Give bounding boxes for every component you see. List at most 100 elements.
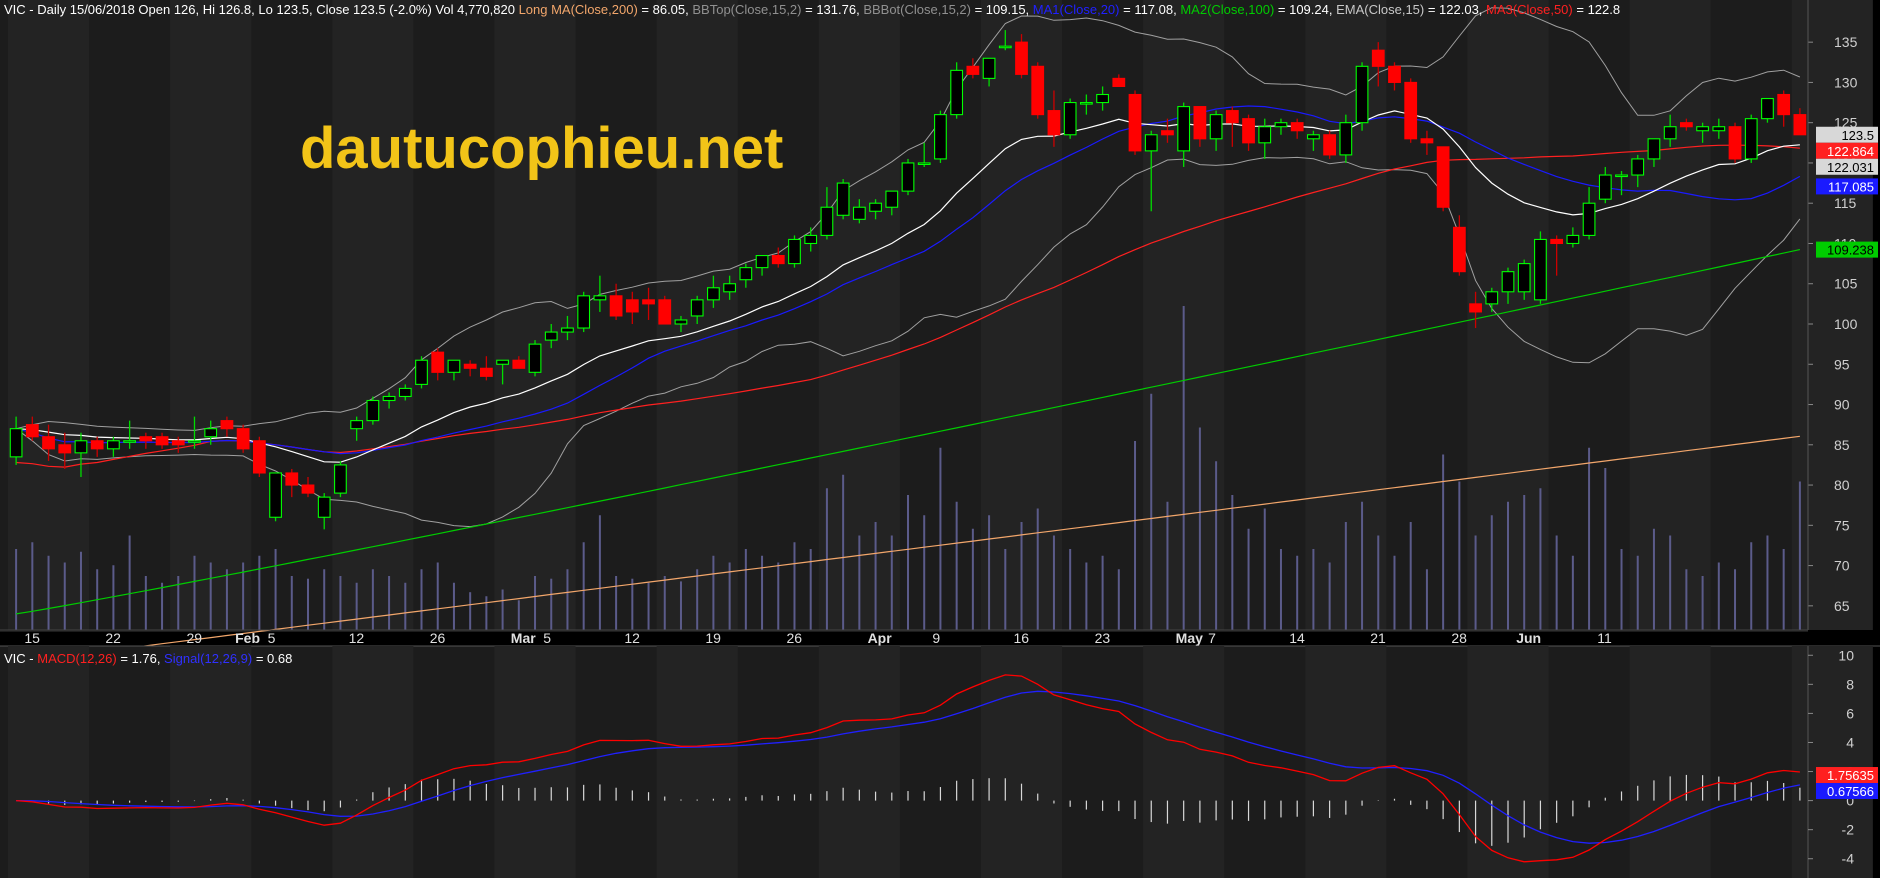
candle-down [609,295,623,317]
macd-tag-label: 0.67566 [1827,784,1874,799]
candle-down [1679,122,1693,128]
candle [1436,146,1450,212]
macd-axis-label: -2 [1842,822,1855,838]
candle-down [1015,41,1028,75]
candle-up [1761,97,1774,120]
candle-up [1566,234,1580,245]
candle-up [1096,93,1109,104]
candle-up [1647,138,1661,160]
x-axis-label: 5 [268,630,276,646]
week-stripe [1629,646,1711,878]
header-indicator-value: = 109.15, [971,2,1033,17]
candle-up [447,359,461,373]
candle-up [1355,65,1369,124]
x-axis-label: 7 [1208,630,1216,646]
candle-up [788,238,801,265]
candle-down [236,428,250,450]
chart-canvas: 1351301251201151101051009590858075706512… [0,0,1880,878]
candle-down [90,440,104,450]
header-indicator-value: = 117.08, [1120,2,1181,17]
candle [1063,98,1077,139]
candle-down [220,420,234,430]
candle-up [1534,238,1547,301]
price-tag-label: 123.5 [1841,128,1874,143]
candle-down [155,436,169,446]
macd-axis-label: 10 [1838,647,1854,663]
candle-up [1631,158,1645,176]
candle-down [1371,49,1385,67]
candle-up [561,327,574,333]
candle-down [1452,226,1466,273]
candle [934,110,947,163]
candle-up [317,496,331,518]
x-axis-label: 28 [1451,630,1467,646]
price-axis-label: 80 [1834,477,1850,493]
candle-down [1193,106,1207,140]
candle-down [252,440,266,474]
candle [1534,231,1547,304]
candle-down [658,299,672,325]
x-axis-label: 16 [1014,630,1030,646]
candle-up [204,428,218,438]
candle-up [1598,174,1612,200]
candle [788,235,801,268]
candle-down [1323,134,1337,156]
candle-down [431,351,445,373]
candle-up [885,190,899,208]
x-axis-label: 26 [786,630,802,646]
candle-up [852,206,866,220]
candle-up [723,283,737,293]
week-stripe [1791,646,1873,878]
candle-down [171,440,185,446]
candle-down [625,299,639,313]
x-axis-label: 11 [1597,630,1612,646]
watermark-logo: dautucophieu.net [300,116,783,181]
candle-up [398,387,412,398]
candle-up [1079,102,1093,105]
header-prefix: VIC - Daily 15/06/2018 Open 126, Hi 126.… [4,2,519,17]
candle-up [1307,134,1320,140]
week-stripe [1305,646,1387,878]
header-indicator-value: = 109.24, [1274,2,1336,17]
candle [236,424,250,453]
candle-up [934,114,947,160]
candle-down [1112,77,1126,87]
x-axis-label: 29 [186,630,202,646]
candle [1404,78,1418,143]
header-prefix: VIC - [4,651,37,666]
price-tag-label: 109.238 [1827,243,1874,258]
x-axis-label: Jun [1516,630,1541,646]
candle-down [1031,65,1045,116]
header-indicator-name: BBTop(Close,15,2) [692,2,801,17]
candle [577,291,591,333]
price-axis-label: 70 [1834,558,1850,574]
week-stripe [170,646,252,878]
candle-up [350,420,364,430]
price-axis-label: 135 [1834,34,1858,50]
candle-up [836,182,850,216]
header-indicator-name: MACD(12,26) [37,651,116,666]
candle-down [1290,122,1304,132]
week-stripe [8,646,90,878]
candle [1761,97,1774,123]
header-indicator-name: Long MA(Close,200) [519,2,638,17]
macd-axis-label: 4 [1846,734,1854,750]
candle-down [966,65,980,75]
header-indicator-name: BBBot(Close,15,2) [863,2,971,17]
candle-down [139,436,153,442]
candle-down [1728,126,1742,160]
candle-up [1517,263,1531,293]
week-stripe [1143,646,1225,878]
candle-up [739,267,753,281]
candle-up [998,45,1012,49]
candle-up [1615,174,1628,178]
candle-up [1063,102,1077,136]
candle-down [25,424,39,438]
x-axis-label: 5 [543,630,551,646]
candle-up [901,162,915,192]
candle-up [9,428,23,458]
header-indicator-name: Signal(12,26,9) [164,651,252,666]
candle-up [1144,134,1158,152]
x-axis-label: 12 [624,630,640,646]
macd-axis-label: -4 [1842,851,1855,867]
